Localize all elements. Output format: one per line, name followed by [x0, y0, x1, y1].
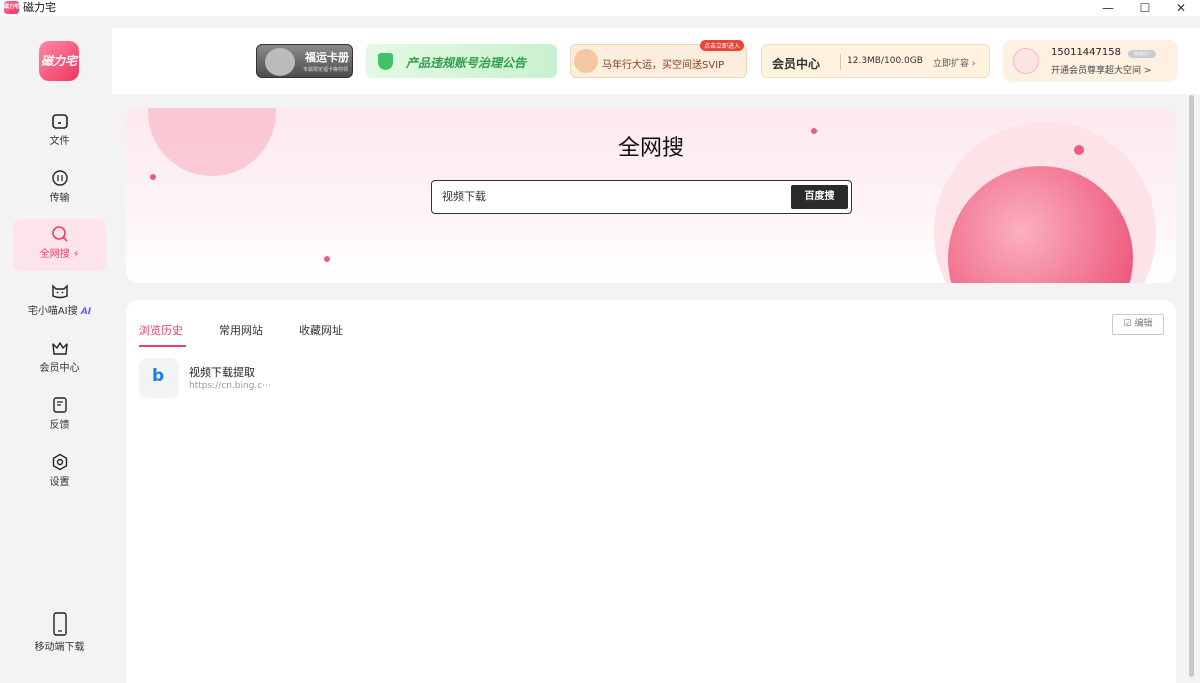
- settings-icon: [52, 453, 68, 471]
- search-hero: 全网搜 百度搜: [126, 108, 1176, 283]
- mobile-download-label: 移动端下载: [34, 642, 85, 653]
- search-input[interactable]: [442, 189, 772, 202]
- divider: [840, 54, 841, 70]
- sidebar-item-vip[interactable]: 会员中心: [13, 333, 106, 385]
- vip-badge: 普通用户: [1128, 50, 1156, 58]
- sidebar-item-ai-search[interactable]: 宅小喵AI搜 AI: [13, 276, 106, 328]
- active-tab-indicator: [139, 345, 186, 347]
- maximize-button[interactable]: ☐: [1130, 0, 1160, 16]
- sidebar-item-label: 全网搜: [39, 249, 70, 260]
- history-panel: 浏览历史 常用网站 收藏网址 ☑ 编辑 b 视频下载提取 https://cn.…: [126, 300, 1176, 683]
- fortune-card-banner[interactable]: 福运卡册 专属限定福卡等你领: [256, 44, 353, 78]
- decorative-dot: [150, 174, 156, 180]
- bing-letter: b: [152, 366, 165, 386]
- sidebar-item-search[interactable]: 全网搜 ⚡: [13, 219, 106, 271]
- sidebar-item-label: 传输: [49, 193, 70, 204]
- cat-icon: [52, 284, 68, 299]
- close-button[interactable]: ✕: [1166, 0, 1196, 16]
- avatar: [1013, 48, 1039, 74]
- upgrade-link[interactable]: 立即扩容 ›: [933, 56, 975, 69]
- ai-badge: AI: [80, 307, 92, 317]
- minimize-button[interactable]: —: [1093, 0, 1123, 16]
- bing-icon: b: [139, 358, 179, 398]
- sidebar-item-settings[interactable]: 设置: [13, 447, 106, 499]
- mobile-download-button[interactable]: 移动端下载: [13, 610, 106, 666]
- user-phone: 15011447158: [1051, 47, 1121, 58]
- search-box: 百度搜: [431, 180, 852, 214]
- member-center-title: 会员中心: [772, 57, 821, 71]
- tab-browse-history[interactable]: 浏览历史: [139, 323, 183, 339]
- sidebar-item-transfer[interactable]: 传输: [13, 163, 106, 215]
- bolt-icon: ⚡: [72, 250, 80, 260]
- banner-subtitle: 专属限定福卡等你领: [303, 67, 349, 73]
- member-center-banner[interactable]: 会员中心 12.3MB/100.0GB 立即扩容 ›: [761, 44, 990, 78]
- banner-title: 福运卡册: [305, 51, 349, 64]
- sidebar-item-label: 反馈: [49, 420, 70, 431]
- tab-common-sites[interactable]: 常用网站: [219, 323, 263, 339]
- app-logo[interactable]: 磁力宅: [39, 41, 79, 81]
- tab-saved-urls[interactable]: 收藏网址: [299, 323, 343, 339]
- folder-icon: [52, 114, 68, 129]
- title-bar: 磁力宅 磁力宅 — ☐ ✕: [0, 0, 1200, 16]
- sidebar-item-label: 宅小喵AI搜: [27, 306, 78, 317]
- window-title: 磁力宅: [23, 1, 56, 14]
- user-card[interactable]: 15011447158 普通用户 开通会员尊享超大空间 >: [1003, 40, 1178, 82]
- banner-title: 马年行大运，买空间送SVIP: [602, 60, 725, 71]
- banner-title: 产品违规账号治理公告: [406, 56, 527, 70]
- sidebar-item-label: 文件: [49, 136, 70, 147]
- sidebar-item-feedback[interactable]: 反馈: [13, 390, 106, 442]
- history-title: 视频下载提取: [189, 366, 255, 379]
- notice-banner[interactable]: 产品违规账号治理公告: [366, 44, 557, 78]
- sidebar-item-label: 会员中心: [39, 363, 80, 374]
- mascot-icon: [265, 48, 295, 76]
- edit-button[interactable]: ☑ 编辑: [1112, 314, 1164, 335]
- shield-icon: [378, 53, 393, 70]
- user-subtitle: 开通会员尊享超大空间 >: [1051, 66, 1152, 76]
- page-title: 全网搜: [617, 136, 684, 161]
- decorative-dot: [324, 256, 330, 262]
- phone-icon: [53, 612, 67, 636]
- scrollbar[interactable]: [1189, 95, 1194, 677]
- transfer-icon: [52, 170, 68, 186]
- promo-tag: 点击立即进入: [699, 40, 744, 51]
- baidu-search-button[interactable]: 百度搜: [791, 185, 848, 209]
- search-icon: [52, 226, 68, 242]
- storage-quota: 12.3MB/100.0GB: [847, 56, 923, 66]
- top-bar: 福运卡册 专属限定福卡等你领 产品违规账号治理公告 马年行大运，买空间送SVIP…: [112, 28, 1200, 94]
- sidebar-item-files[interactable]: 文件: [13, 106, 106, 158]
- crown-icon: [52, 342, 68, 355]
- history-url: https://cn.bing.c···: [189, 381, 271, 391]
- feedback-icon: [53, 397, 67, 413]
- promo-banner[interactable]: 马年行大运，买空间送SVIP 点击立即进入: [570, 40, 747, 78]
- history-item[interactable]: b 视频下载提取 https://cn.bing.c···: [139, 358, 389, 400]
- sidebar-item-label: 设置: [49, 477, 70, 488]
- horse-icon: [574, 49, 598, 73]
- app-icon: 磁力宅: [4, 1, 19, 14]
- sidebar: 磁力宅 文件 传输 全网搜 ⚡ 宅小喵AI搜 AI 会员中心 反馈 设置 移动端…: [0, 16, 112, 683]
